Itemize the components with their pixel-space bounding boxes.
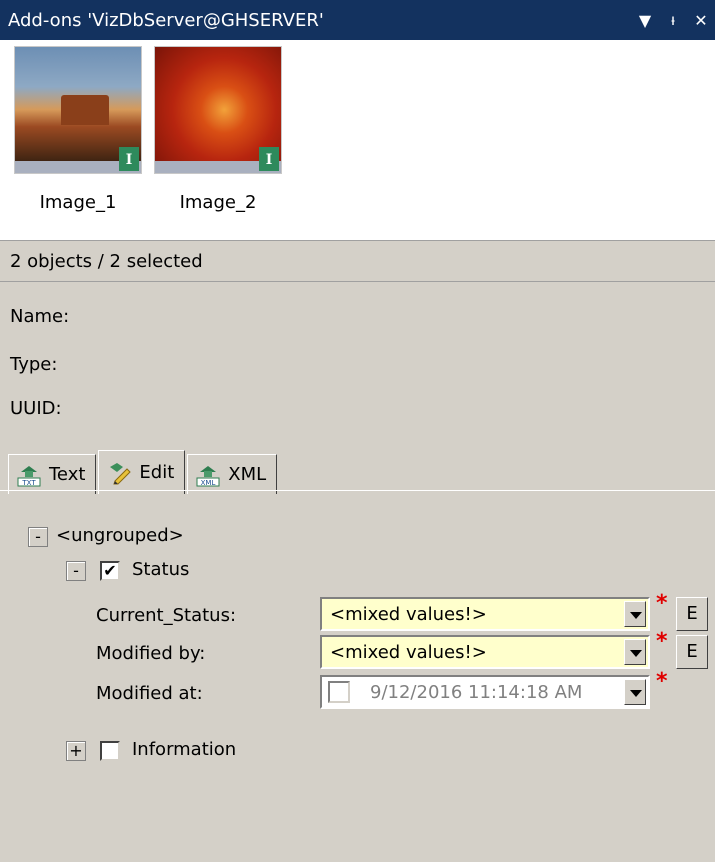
- window-titlebar: Add-ons 'VizDbServer@GHSERVER' ▼ ᵼ ✕: [0, 0, 715, 40]
- current-status-label: Current_Status:: [96, 605, 237, 626]
- tab-text[interactable]: TXT Text: [8, 454, 97, 494]
- image-1-preview[interactable]: I: [14, 46, 142, 174]
- name-label: Name:: [10, 306, 70, 327]
- thumbnail-image-2[interactable]: I Image_2: [154, 46, 282, 213]
- modified-by-value: <mixed values!>: [330, 642, 487, 663]
- collapse-ungrouped-button[interactable]: -: [28, 527, 48, 547]
- modified-by-combo[interactable]: <mixed values!>: [320, 635, 650, 669]
- pin-icon[interactable]: ᵼ: [659, 10, 687, 30]
- current-status-edit-button[interactable]: E: [676, 597, 708, 631]
- status-checkbox[interactable]: ✔: [100, 561, 120, 581]
- required-marker: *: [656, 591, 668, 616]
- desert-picture: [15, 47, 141, 161]
- image-type-icon: I: [259, 147, 279, 171]
- window-controls: ▼ ᵼ ✕: [631, 0, 715, 40]
- expand-information-button[interactable]: +: [66, 741, 86, 761]
- svg-text:XML: XML: [201, 479, 216, 487]
- modified-at-datepicker[interactable]: 9/12/2016 11:14:18 AM: [320, 675, 650, 709]
- tab-xml[interactable]: XML XML: [187, 454, 278, 494]
- thumbnail-area: I Image_1 I Image_2: [0, 40, 715, 240]
- chevron-down-icon[interactable]: [624, 679, 646, 705]
- group-label: <ungrouped>: [56, 525, 184, 546]
- required-marker: *: [656, 629, 668, 654]
- tab-label: Edit: [139, 462, 175, 483]
- modified-at-label: Modified at:: [96, 683, 203, 704]
- current-status-combo[interactable]: <mixed values!>: [320, 597, 650, 631]
- required-marker: *: [656, 669, 668, 694]
- information-node-label: Information: [132, 739, 237, 760]
- information-checkbox[interactable]: [100, 741, 120, 761]
- tab-edit[interactable]: Edit: [98, 450, 186, 494]
- tab-label: Text: [49, 464, 86, 485]
- xml-icon: XML: [196, 463, 220, 487]
- tab-strip: TXT Text Edit XML XML: [8, 450, 279, 494]
- modified-by-edit-button[interactable]: E: [676, 635, 708, 669]
- svg-text:TXT: TXT: [21, 479, 36, 487]
- image-2-preview[interactable]: I: [154, 46, 282, 174]
- flower-picture: [155, 47, 281, 161]
- modified-at-checkbox[interactable]: [328, 681, 350, 703]
- tab-label: XML: [228, 464, 267, 485]
- image-type-icon: I: [119, 147, 139, 171]
- thumbnail-caption: Image_2: [179, 192, 257, 213]
- uuid-label: UUID:: [10, 398, 62, 419]
- chevron-down-icon[interactable]: [624, 639, 646, 665]
- txt-icon: TXT: [17, 463, 41, 487]
- status-node-label: Status: [132, 559, 190, 580]
- edit-panel: - <ungrouped> - ✔ Status Current_Status:…: [0, 491, 715, 862]
- edit-icon: [107, 461, 132, 485]
- type-label: Type:: [10, 354, 58, 375]
- current-status-value: <mixed values!>: [330, 604, 487, 625]
- dropdown-menu-icon[interactable]: ▼: [631, 11, 659, 30]
- modified-by-label: Modified by:: [96, 643, 206, 664]
- close-icon[interactable]: ✕: [687, 11, 715, 30]
- chevron-down-icon[interactable]: [624, 601, 646, 627]
- collapse-status-button[interactable]: -: [66, 561, 86, 581]
- selection-status-bar: 2 objects / 2 selected: [0, 240, 715, 282]
- selection-status-text: 2 objects / 2 selected: [10, 250, 203, 272]
- window-title: Add-ons 'VizDbServer@GHSERVER': [8, 9, 324, 31]
- thumbnail-caption: Image_1: [39, 192, 117, 213]
- thumbnail-image-1[interactable]: I Image_1: [14, 46, 142, 213]
- modified-at-value: 9/12/2016 11:14:18 AM: [370, 682, 583, 703]
